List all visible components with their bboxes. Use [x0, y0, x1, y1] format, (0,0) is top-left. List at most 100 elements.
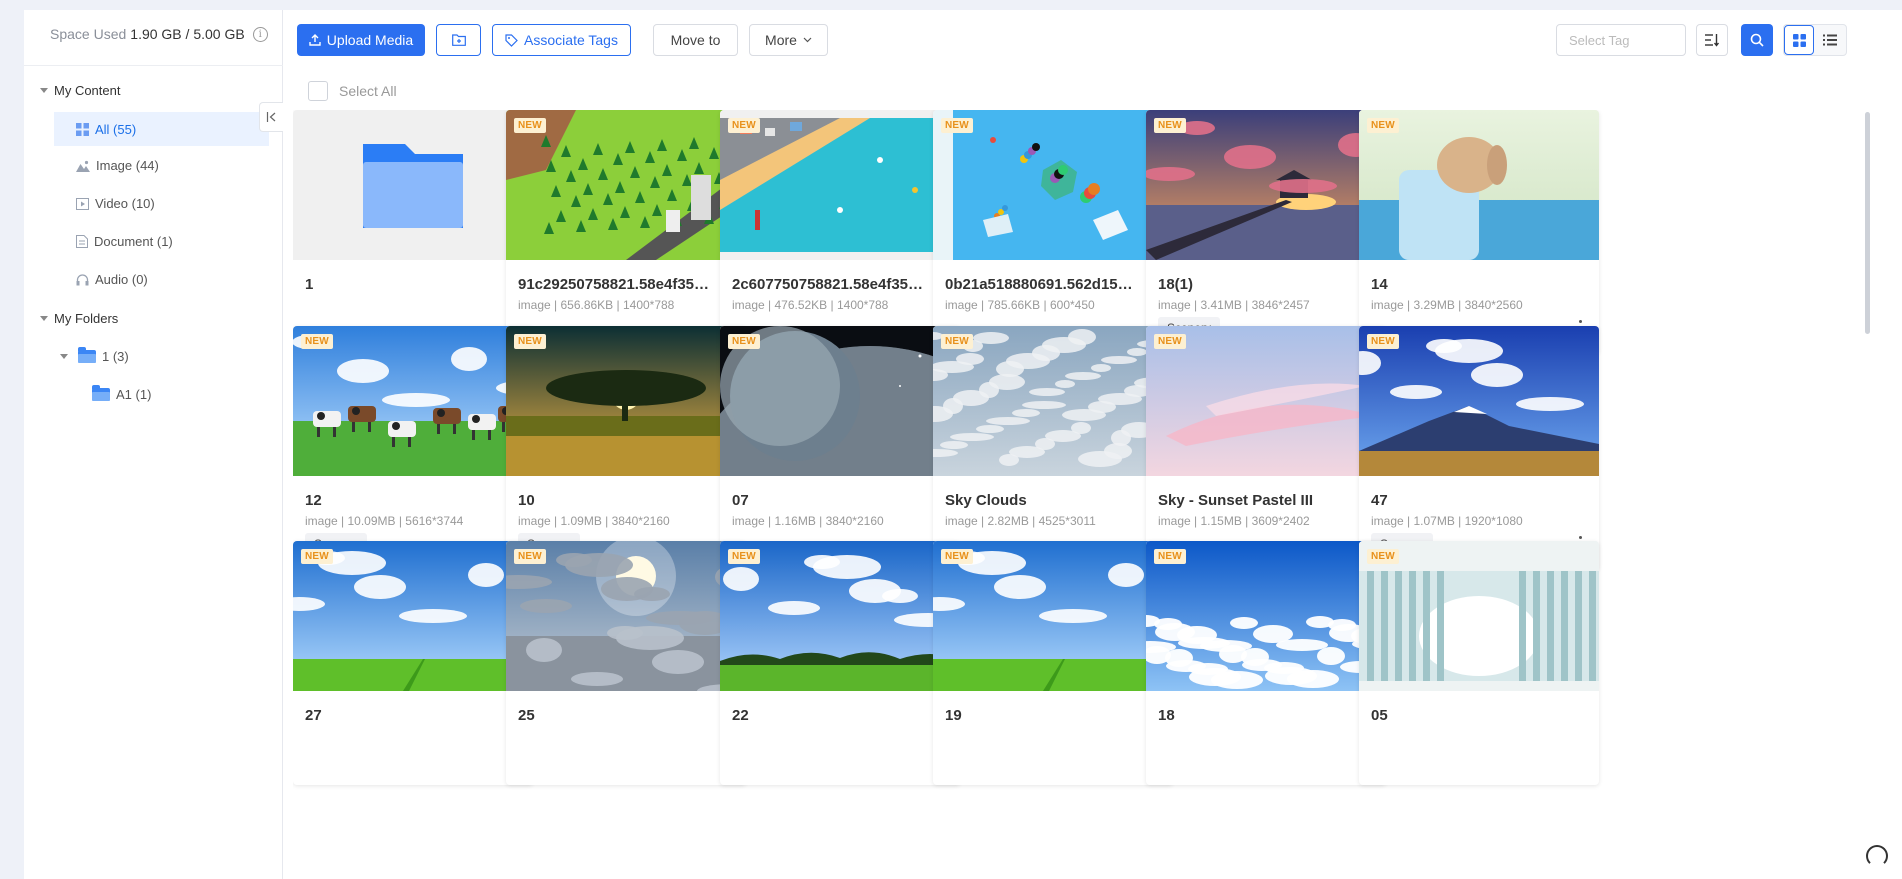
card-title: 0b21a518880691.562d151db… [945, 276, 1140, 293]
card-title: 1 [305, 276, 314, 293]
card-title: 91c29250758821.58e4f35f15… [518, 276, 713, 293]
caret-down-icon [60, 354, 68, 359]
card-meta: image | 785.66KB | 600*450 [945, 298, 1095, 312]
sort-icon [1705, 34, 1720, 47]
card-title: 07 [732, 492, 749, 509]
new-badge: NEW [514, 549, 546, 564]
caret-down-icon [40, 316, 48, 321]
my-content-toggle[interactable]: My Content [40, 83, 120, 98]
space-used-value: 1.90 GB / 5.00 GB [130, 26, 245, 42]
select-tag-placeholder: Select Tag [1569, 32, 1630, 48]
card-meta: image | 2.82MB | 4525*3011 [945, 514, 1096, 528]
card-meta: image | 656.86KB | 1400*788 [518, 298, 675, 312]
more-button[interactable]: More [749, 24, 828, 56]
media-card[interactable]: NEW 0b21a518880691.562d151db… image | 785.… [933, 110, 1173, 354]
list-view-button[interactable] [1815, 25, 1845, 55]
sidebar: Space Used 1.90 GB / 5.00 GB i My Conten… [24, 10, 283, 879]
media-card[interactable]: NEW 25 [506, 541, 746, 785]
grid-view-button[interactable] [1784, 25, 1814, 55]
media-card[interactable]: NEW 91c29250758821.58e4f35f15… image | 656… [506, 110, 746, 354]
upload-icon [309, 34, 321, 46]
headset-icon[interactable] [1866, 845, 1888, 867]
media-card[interactable]: NEWSky Cloudsimage | 2.82MB | 4525*3011- [933, 326, 1173, 570]
sidebar-item-document[interactable]: Document (1) [76, 234, 173, 249]
app-frame: Space Used 1.90 GB / 5.00 GB i My Conten… [24, 10, 1902, 879]
sidebar-item-label: Video (10) [95, 196, 155, 211]
my-folders-label: My Folders [54, 311, 119, 326]
divider [24, 65, 283, 66]
new-badge: NEW [301, 334, 333, 349]
media-card[interactable]: NEW18(1)image | 3.41MB | 3846*2457Scener… [1146, 110, 1386, 354]
media-card[interactable]: NEW 22 [720, 541, 960, 785]
media-card[interactable]: NEW 19 [933, 541, 1173, 785]
card-title: 25 [518, 707, 535, 724]
media-card[interactable]: NEW10image | 1.09MB | 3840*2160Scenery [506, 326, 746, 570]
new-badge: NEW [1154, 118, 1186, 133]
media-card[interactable]: NEW07image | 1.16MB | 3840*2160- [720, 326, 960, 570]
new-folder-button[interactable] [436, 24, 481, 56]
new-badge: NEW [1367, 549, 1399, 564]
collapse-sidebar-button[interactable] [259, 102, 283, 132]
document-icon [76, 235, 88, 248]
media-card[interactable]: NEW47image | 1.07MB | 1920*1080Scenery [1359, 326, 1599, 570]
media-card[interactable]: NEW 2c607750758821.58e4f35f15… image | 476… [720, 110, 960, 354]
associate-tags-button[interactable]: Associate Tags [492, 24, 631, 56]
list-view-icon [1823, 34, 1837, 46]
chevron-down-icon [803, 37, 812, 43]
new-badge: NEW [728, 549, 760, 564]
new-badge: NEW [728, 118, 760, 133]
new-badge: NEW [941, 549, 973, 564]
sidebar-item-label: Image (44) [96, 158, 159, 173]
folder-thumbnail[interactable] [293, 110, 533, 260]
new-badge: NEW [514, 334, 546, 349]
new-folder-icon [451, 34, 466, 46]
sidebar-item-label: All (55) [95, 121, 137, 137]
media-grid: 1 NEW 91c29250758821.58e4f35f15… image | 65… [293, 110, 1853, 837]
scrollbar-thumb[interactable] [1865, 112, 1870, 334]
media-card[interactable]: NEW 27 [293, 541, 533, 785]
sidebar-item-label: Document (1) [94, 234, 173, 249]
new-badge: NEW [941, 334, 973, 349]
media-card[interactable]: NEW12image | 10.09MB | 5616*3744Scenery [293, 326, 533, 570]
sidebar-item-video[interactable]: Video (10) [76, 196, 155, 211]
folder-label: 1 (3) [102, 349, 129, 364]
new-badge: NEW [1367, 118, 1399, 133]
search-button[interactable] [1741, 24, 1773, 56]
audio-icon [76, 273, 89, 285]
sidebar-item-image[interactable]: Image (44) [76, 158, 159, 173]
select-all-checkbox[interactable] [308, 81, 328, 101]
move-to-button[interactable]: Move to [653, 24, 738, 56]
select-all[interactable]: Select All [308, 81, 397, 101]
card-title: 18 [1158, 707, 1175, 724]
media-card[interactable]: NEW 18 [1146, 541, 1386, 785]
card-meta: image | 3.41MB | 3846*2457 [1158, 298, 1310, 312]
card-meta: image | 10.09MB | 5616*3744 [305, 514, 464, 528]
video-icon [76, 197, 89, 210]
card-title: 05 [1371, 707, 1388, 724]
card-title: Sky Clouds [945, 492, 1027, 509]
sidebar-item-audio[interactable]: Audio (0) [76, 272, 148, 287]
card-meta: image | 1.09MB | 3840*2160 [518, 514, 670, 528]
media-card[interactable]: NEW14image | 3.29MB | 3840*2560- [1359, 110, 1599, 354]
space-used-label: Space Used [50, 26, 127, 42]
card-title: 12 [305, 492, 322, 509]
folder-item-1[interactable]: 1 (3) [60, 347, 129, 364]
sort-button[interactable] [1696, 24, 1728, 56]
media-card[interactable]: NEW 05 [1359, 541, 1599, 785]
upload-media-button[interactable]: Upload Media [297, 24, 425, 56]
image-icon [76, 160, 90, 172]
card-title: 10 [518, 492, 535, 509]
new-badge: NEW [514, 118, 546, 133]
media-card[interactable]: NEW Sky - Sunset Pastel III image | 1.15MB… [1146, 326, 1386, 570]
folder-item-a1[interactable]: A1 (1) [92, 385, 151, 402]
my-folders-toggle[interactable]: My Folders [40, 311, 118, 326]
select-tag-dropdown[interactable]: Select Tag [1556, 24, 1686, 56]
sidebar-item-label: Audio (0) [95, 272, 148, 287]
move-to-label: Move to [670, 32, 721, 48]
info-icon[interactable]: i [252, 26, 268, 42]
new-badge: NEW [1367, 334, 1399, 349]
sidebar-item-all[interactable]: All (55) [54, 112, 269, 146]
folder-card[interactable]: 1 [293, 110, 533, 354]
scrollbar[interactable] [1865, 110, 1871, 830]
card-meta: image | 1.16MB | 3840*2160 [732, 514, 884, 528]
